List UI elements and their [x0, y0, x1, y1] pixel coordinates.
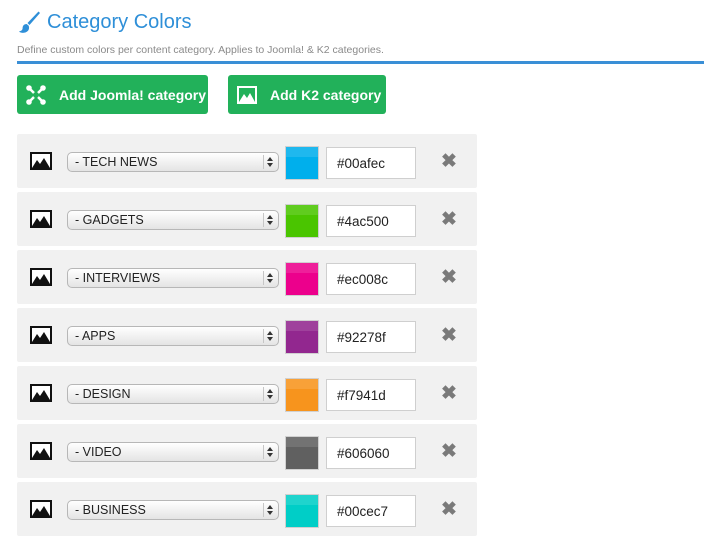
image-icon [237, 85, 257, 104]
image-icon [30, 268, 52, 286]
category-select[interactable]: - BUSINESS [67, 500, 279, 520]
category-select-value: - APPS [75, 329, 116, 343]
color-swatch-shine [286, 379, 318, 389]
image-icon [30, 384, 52, 402]
select-arrows-icon [263, 213, 273, 227]
category-color-row: - GADGETS ✖ [17, 192, 477, 246]
category-select[interactable]: - APPS [67, 326, 279, 346]
hex-color-input[interactable] [326, 147, 416, 179]
color-swatch-shine [286, 495, 318, 505]
category-color-list: - TECH NEWS ✖ - GADGETS [17, 134, 477, 540]
category-select-value: - VIDEO [75, 445, 122, 459]
category-select[interactable]: - INTERVIEWS [67, 268, 279, 288]
color-swatch[interactable] [285, 320, 319, 354]
color-swatch-shine [286, 205, 318, 215]
image-icon [30, 210, 52, 228]
add-joomla-category-button[interactable]: Add Joomla! category [17, 75, 208, 114]
image-icon [30, 152, 52, 170]
page-description: Define custom colors per content categor… [17, 44, 384, 56]
category-select[interactable]: - TECH NEWS [67, 152, 279, 172]
brush-icon [19, 11, 40, 33]
category-color-row: - DESIGN ✖ [17, 366, 477, 420]
color-swatch[interactable] [285, 378, 319, 412]
color-swatch[interactable] [285, 262, 319, 296]
header-divider [17, 61, 704, 64]
select-arrows-icon [263, 155, 273, 169]
color-swatch[interactable] [285, 436, 319, 470]
close-icon[interactable]: ✖ [441, 500, 457, 519]
hex-color-input[interactable] [326, 437, 416, 469]
color-swatch-shine [286, 263, 318, 273]
hex-color-input[interactable] [326, 495, 416, 527]
color-swatch[interactable] [285, 146, 319, 180]
add-joomla-category-label: Add Joomla! category [59, 86, 207, 103]
select-arrows-icon [263, 387, 273, 401]
title-row: Category Colors [17, 8, 704, 36]
category-select[interactable]: - DESIGN [67, 384, 279, 404]
color-swatch[interactable] [285, 494, 319, 528]
category-color-row: - VIDEO ✖ [17, 424, 477, 478]
page-title: Category Colors [47, 11, 192, 33]
category-select-value: - BUSINESS [75, 503, 146, 517]
category-select-value: - TECH NEWS [75, 155, 158, 169]
category-color-row: - APPS ✖ [17, 308, 477, 362]
hex-color-input[interactable] [326, 205, 416, 237]
select-arrows-icon [263, 329, 273, 343]
color-swatch-shine [286, 147, 318, 157]
close-icon[interactable]: ✖ [441, 384, 457, 403]
category-select-value: - GADGETS [75, 213, 144, 227]
category-select[interactable]: - GADGETS [67, 210, 279, 230]
close-icon[interactable]: ✖ [441, 326, 457, 345]
category-color-row: - BUSINESS ✖ [17, 482, 477, 536]
hex-color-input[interactable] [326, 263, 416, 295]
select-arrows-icon [263, 445, 273, 459]
category-select-value: - DESIGN [75, 387, 131, 401]
hex-color-input[interactable] [326, 379, 416, 411]
image-icon [30, 326, 52, 344]
category-color-row: - INTERVIEWS ✖ [17, 250, 477, 304]
close-icon[interactable]: ✖ [441, 210, 457, 229]
image-icon [30, 442, 52, 460]
add-k2-category-button[interactable]: Add K2 category [228, 75, 386, 114]
select-arrows-icon [263, 503, 273, 517]
select-arrows-icon [263, 271, 273, 285]
hex-color-input[interactable] [326, 321, 416, 353]
close-icon[interactable]: ✖ [441, 268, 457, 287]
color-swatch-shine [286, 321, 318, 331]
color-swatch-shine [286, 437, 318, 447]
add-k2-category-label: Add K2 category [270, 86, 382, 103]
image-icon [30, 500, 52, 518]
close-icon[interactable]: ✖ [441, 442, 457, 461]
color-swatch[interactable] [285, 204, 319, 238]
category-select[interactable]: - VIDEO [67, 442, 279, 462]
close-icon[interactable]: ✖ [441, 152, 457, 171]
category-color-row: - TECH NEWS ✖ [17, 134, 477, 188]
category-select-value: - INTERVIEWS [75, 271, 161, 285]
page-header: Category Colors Define custom colors per… [17, 8, 704, 56]
joomla-logo-icon [26, 84, 46, 105]
